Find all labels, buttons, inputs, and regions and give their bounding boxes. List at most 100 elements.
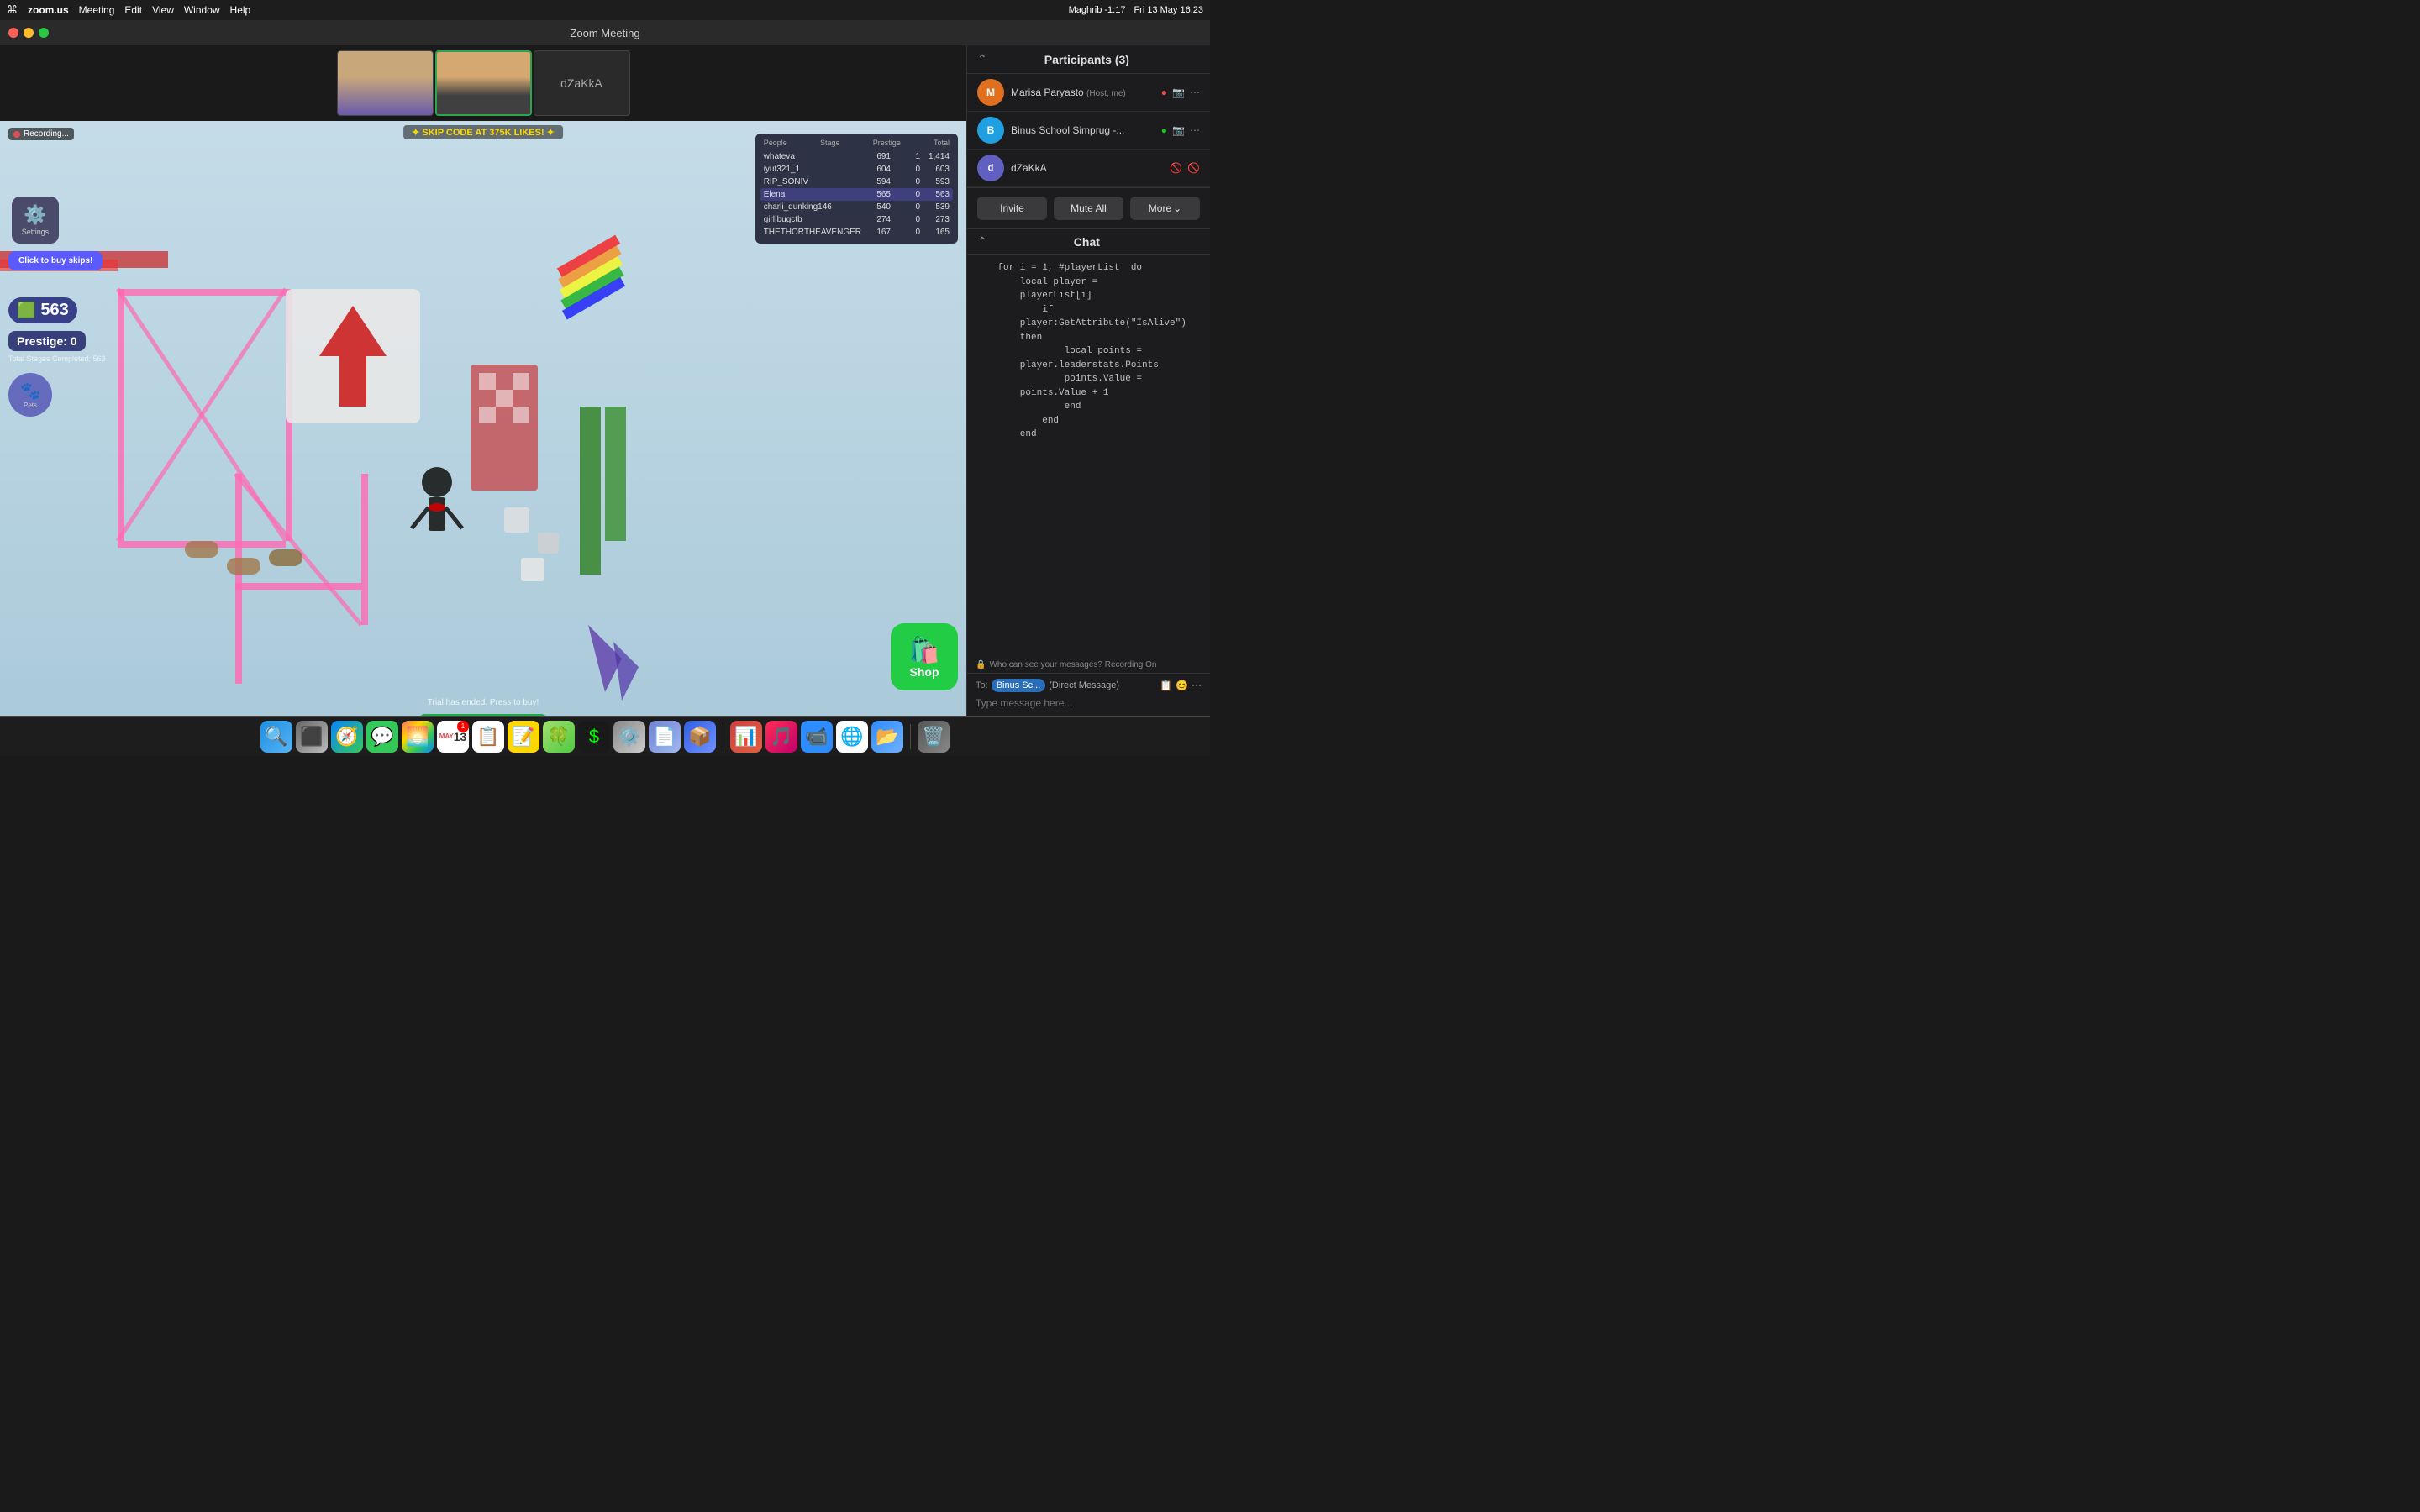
dock-item-messages[interactable]: 💬 bbox=[366, 721, 398, 753]
game-wrapper[interactable]: Recording... ✦ SKIP CODE AT 375K LIKES! … bbox=[0, 121, 966, 716]
lb-total-4: 539 bbox=[920, 202, 950, 212]
more-icon-1[interactable]: ⋯ bbox=[1190, 124, 1200, 136]
calendar-badge: 1 bbox=[457, 721, 469, 732]
buy-skips-button[interactable]: Click to buy skips! bbox=[8, 251, 103, 270]
dock-item-notes[interactable]: 📝 bbox=[508, 721, 539, 753]
participant-video-2 bbox=[437, 52, 530, 114]
dock-item-finder[interactable]: 🔍 bbox=[260, 721, 292, 753]
dock-item-launchpad[interactable]: ⬛ bbox=[296, 721, 328, 753]
dock-item-safari[interactable]: 🧭 bbox=[331, 721, 363, 753]
dock-item-preview[interactable]: 📄 bbox=[649, 721, 681, 753]
participant-item-2: d dZaKkA 🚫 🚫 bbox=[967, 150, 1210, 187]
camera-icon-1: 📷 bbox=[1172, 124, 1185, 136]
dock-item-calendar[interactable]: MAY 13 1 bbox=[437, 721, 469, 753]
titlebar: Zoom Meeting bbox=[0, 20, 1210, 45]
chat-collapse-icon[interactable]: ⌃ bbox=[977, 234, 987, 249]
lb-row-5: girl|bugctb 274 0 273 bbox=[760, 213, 953, 226]
window-title: Zoom Meeting bbox=[570, 27, 639, 39]
video-thumb-1[interactable] bbox=[337, 50, 434, 116]
chevron-down-icon: ⌄ bbox=[1173, 202, 1181, 214]
participant-item-1: B Binus School Simprug -... ● 📷 ⋯ bbox=[967, 112, 1210, 150]
paw-icon: 🐾 bbox=[20, 381, 41, 402]
pets-button[interactable]: 🐾 Pets bbox=[8, 373, 52, 417]
menubar-time: Fri 13 May 16:23 bbox=[1134, 5, 1203, 15]
dock-item-trash[interactable]: 🗑️ bbox=[918, 721, 950, 753]
dock-item-activity[interactable]: 📊 bbox=[730, 721, 762, 753]
dock-item-photos[interactable]: 🌅 bbox=[402, 721, 434, 753]
lb-prestige-0: 1 bbox=[891, 152, 920, 161]
shop-label: Shop bbox=[910, 665, 939, 679]
participants-list: M Marisa Paryasto (Host, me) ● 📷 ⋯ B Bin… bbox=[967, 74, 1210, 187]
lb-stage-1: 604 bbox=[861, 165, 891, 174]
chat-info: 🔒 Who can see your messages? Recording O… bbox=[967, 657, 1210, 673]
leaderboard-header: People Stage Prestige Total bbox=[760, 139, 953, 147]
dock-item-zoom[interactable]: 📹 bbox=[801, 721, 833, 753]
chat-section: ⌃ Chat for i = 1, #playerList do local p… bbox=[967, 229, 1210, 716]
more-chat-icon[interactable]: ⋯ bbox=[1192, 680, 1202, 691]
lb-name-5: girl|bugctb bbox=[764, 215, 861, 224]
minimize-button[interactable] bbox=[24, 28, 34, 38]
copy-icon[interactable]: 📋 bbox=[1160, 680, 1172, 691]
chat-to-row: To: Binus Sc... (Direct Message) 📋 😊 ⋯ bbox=[976, 679, 1202, 692]
lb-name-2: RIP_SONIV bbox=[764, 177, 861, 186]
chat-messages[interactable]: for i = 1, #playerList do local player =… bbox=[967, 255, 1210, 657]
dock-item-migrate[interactable]: 📦 bbox=[684, 721, 716, 753]
close-button[interactable] bbox=[8, 28, 18, 38]
menubar-left: ⌘ zoom.us Meeting Edit View Window Help bbox=[7, 3, 250, 17]
lb-prestige-5: 0 bbox=[891, 215, 920, 224]
lb-prestige-2: 0 bbox=[891, 177, 920, 186]
lb-prestige-1: 0 bbox=[891, 165, 920, 174]
collapse-icon[interactable]: ⌃ bbox=[977, 52, 987, 66]
menubar-help[interactable]: Help bbox=[230, 4, 251, 16]
dock-item-chrome[interactable]: 🌐 bbox=[836, 721, 868, 753]
settings-button[interactable]: ⚙️ Settings bbox=[12, 197, 59, 244]
lb-row-1: iyut321_1 604 0 603 bbox=[760, 163, 953, 176]
menubar-view[interactable]: View bbox=[152, 4, 174, 16]
dock-separator-2 bbox=[910, 724, 911, 749]
participants-title: Participants (3) bbox=[1044, 53, 1129, 66]
dock-item-music[interactable]: 🎵 bbox=[765, 721, 797, 753]
gem-icon: 🟩 bbox=[17, 302, 35, 319]
shop-button[interactable]: 🛍️ Shop bbox=[891, 623, 958, 690]
invite-button[interactable]: Invite bbox=[977, 197, 1047, 220]
dock-item-clover[interactable]: 🍀 bbox=[543, 721, 575, 753]
participant-name-1: Binus School Simprug -... bbox=[1011, 124, 1155, 136]
chat-message-input[interactable] bbox=[976, 696, 1202, 711]
recording-badge: Recording... bbox=[8, 128, 74, 140]
lb-stage-0: 691 bbox=[861, 152, 891, 161]
participants-header: ⌃ Participants (3) bbox=[967, 45, 1210, 74]
mute-all-button[interactable]: Mute All bbox=[1054, 197, 1123, 220]
emoji-icon[interactable]: 😊 bbox=[1176, 680, 1188, 691]
more-button-label: More bbox=[1149, 202, 1171, 214]
content-area: dZaKkA Recording... ✦ SKIP CODE AT 375K … bbox=[0, 45, 1210, 716]
lock-icon: 🔒 bbox=[976, 660, 986, 669]
chat-dm-label: (Direct Message) bbox=[1049, 680, 1119, 690]
participant-item-0: M Marisa Paryasto (Host, me) ● 📷 ⋯ bbox=[967, 74, 1210, 112]
lb-total-6: 165 bbox=[920, 228, 950, 237]
buy-skips-label: Click to buy skips! bbox=[18, 256, 92, 265]
video-thumb-dzakka[interactable]: dZaKkA bbox=[534, 50, 630, 116]
dock-item-files[interactable]: 📂 bbox=[871, 721, 903, 753]
enable-easy-mode-button[interactable]: Enable Easy Mode bbox=[418, 714, 548, 716]
more-icon-0[interactable]: ⋯ bbox=[1190, 87, 1200, 98]
lb-total-3: 563 bbox=[920, 190, 950, 199]
participant-avatar-0: M bbox=[977, 79, 1004, 106]
lb-row-3: Elena 565 0 563 bbox=[760, 188, 953, 201]
shopping-bag-icon: 🛍️ bbox=[908, 636, 939, 665]
dock-item-reminders[interactable]: 📋 bbox=[472, 721, 504, 753]
recording-dot-icon bbox=[13, 131, 20, 138]
dock-item-prefs[interactable]: ⚙️ bbox=[613, 721, 645, 753]
menubar-meeting[interactable]: Meeting bbox=[79, 4, 115, 16]
video-thumb-2[interactable] bbox=[435, 50, 532, 116]
menubar-edit[interactable]: Edit bbox=[124, 4, 142, 16]
more-button[interactable]: More ⌄ bbox=[1130, 197, 1200, 220]
menubar: ⌘ zoom.us Meeting Edit View Window Help … bbox=[0, 0, 1210, 20]
menubar-window[interactable]: Window bbox=[184, 4, 220, 16]
main-window: Zoom Meeting dZaKkA bbox=[0, 20, 1210, 716]
dock-item-terminal[interactable]: $ bbox=[578, 721, 610, 753]
chat-recipient-select[interactable]: Binus Sc... bbox=[992, 679, 1046, 692]
lb-name-6: THETHORTHEAVENGER bbox=[764, 228, 861, 237]
participant-icons-0: ● 📷 ⋯ bbox=[1161, 87, 1200, 98]
pets-label: Pets bbox=[24, 402, 37, 409]
maximize-button[interactable] bbox=[39, 28, 49, 38]
